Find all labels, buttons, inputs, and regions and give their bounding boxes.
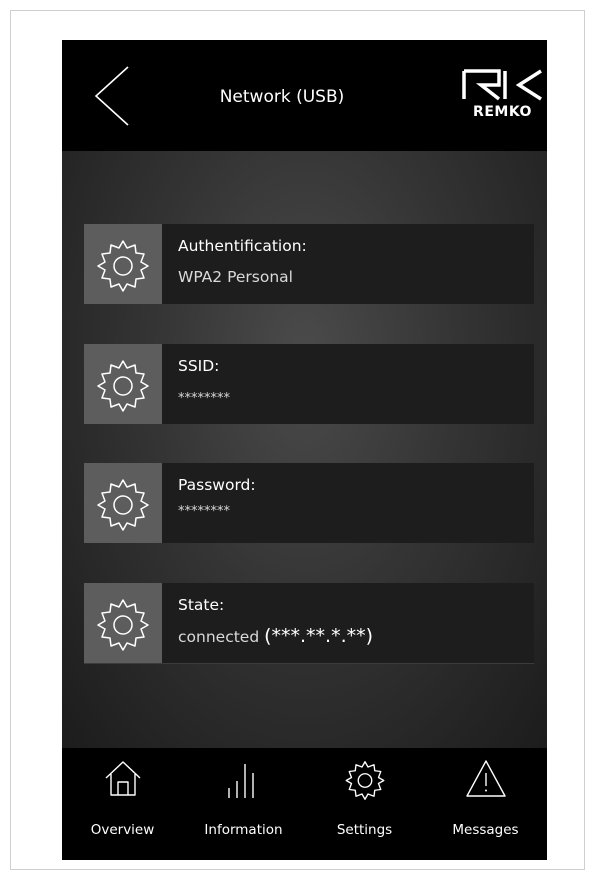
gear-icon [97,360,149,412]
remko-logo: REMKO [461,68,544,124]
setting-value: WPA2 Personal [178,268,293,286]
bottom-nav: Overview Information Settings Messages [62,748,547,860]
setting-label: Authentification: [178,237,307,255]
setting-label: SSID: [178,357,220,375]
setting-icon-box [84,344,162,424]
header-bar: Network (USB) REMKO [62,40,547,151]
setting-body: Password: ******** [162,463,534,543]
bars-icon [228,764,254,798]
row-divider [84,663,534,664]
setting-icon-box [84,224,162,304]
setting-body: Authentification: WPA2 Personal [162,224,534,304]
setting-body: State: connected (***.**.*.**) [162,583,534,663]
nav-messages[interactable]: Messages [425,748,546,860]
nav-label: Settings [336,822,393,838]
chevron-left-icon [94,66,129,126]
setting-body: SSID: ******** [162,344,534,424]
setting-value: connected (***.**.*.**) [178,625,373,647]
setting-ssid[interactable]: SSID: ******** [84,344,534,424]
remko-logo-mark [462,69,542,101]
gear-icon [97,479,149,531]
setting-value: ******** [178,504,230,519]
gear-icon [97,599,149,651]
nav-label: Messages [452,822,519,838]
page-title: Network (USB) [219,87,345,107]
setting-password[interactable]: Password: ******** [84,463,534,543]
ip-address: (***.**.*.**) [264,625,374,647]
settings-list: Authentification: WPA2 Personal SSID: **… [62,151,547,748]
nav-information[interactable]: Information [183,748,304,860]
nav-overview[interactable]: Overview [62,748,183,860]
gear-icon [345,761,385,800]
nav-settings[interactable]: Settings [304,748,425,860]
state-value: connected [178,628,260,646]
back-button[interactable] [92,65,136,127]
setting-label: Password: [178,476,256,494]
device-screen: Network (USB) REMKO Authentification: WP… [62,40,547,860]
logo-text: REMKO [473,104,532,120]
setting-label: State: [178,596,225,614]
setting-authentification[interactable]: Authentification: WPA2 Personal [84,224,534,304]
home-icon [105,761,141,796]
setting-value: ******** [178,391,230,406]
setting-icon-box [84,463,162,543]
nav-label: Overview [90,822,155,838]
gear-icon [97,240,149,292]
setting-icon-box [84,583,162,663]
nav-label: Information [204,822,283,838]
setting-state[interactable]: State: connected (***.**.*.**) [84,583,534,664]
warning-icon [466,760,506,797]
